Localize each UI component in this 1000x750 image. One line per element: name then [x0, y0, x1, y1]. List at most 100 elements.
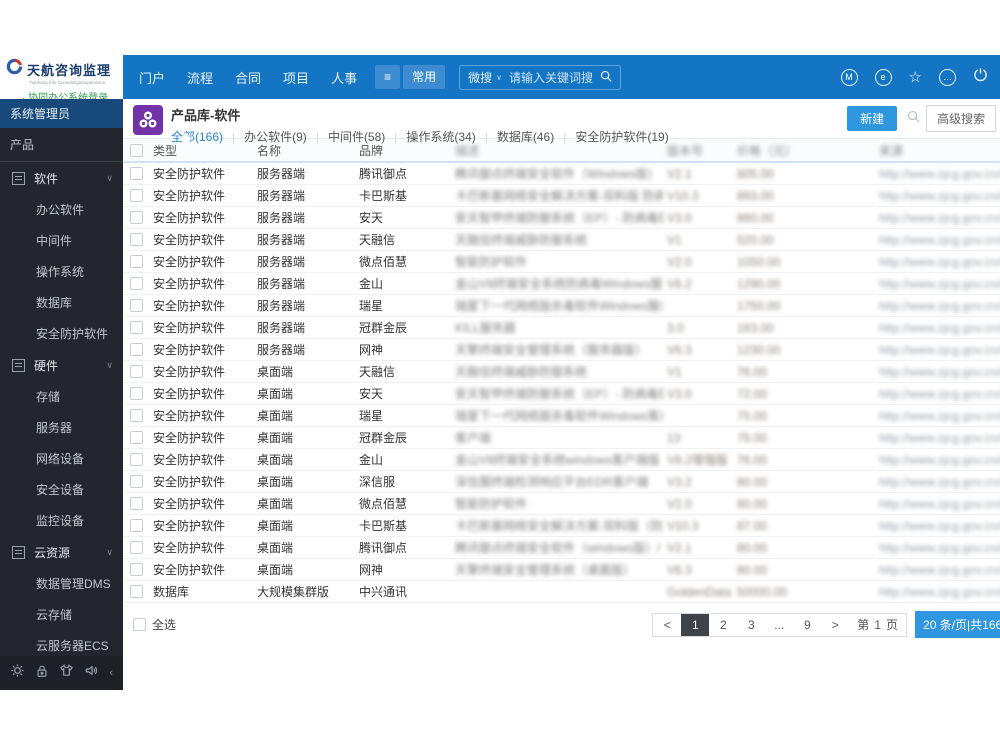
new-button[interactable]: 新建 — [847, 106, 898, 131]
sidebar-item[interactable]: 存储 — [0, 381, 123, 412]
row-checkbox[interactable] — [129, 277, 143, 290]
table-row[interactable]: 安全防护软件 服务器端 腾讯御点 腾讯御点终端安全软件（Windows版） V2.1 80… — [123, 163, 1000, 185]
row-checkbox[interactable] — [129, 519, 143, 532]
row-checkbox[interactable] — [129, 563, 143, 576]
page-size-badge[interactable]: 20 条/页|共166条 — [915, 611, 1000, 638]
sidebar-group-3[interactable]: 云资源 ∨ — [0, 536, 123, 568]
page-button-2[interactable]: 2 — [709, 614, 737, 636]
row-checkbox[interactable] — [129, 233, 143, 246]
sidebar-item[interactable]: 中间件 — [0, 225, 123, 256]
table-row[interactable]: 安全防护软件 服务器端 瑞星 瑞星下一代网络版杀毒软件Windows服务器版 1750.… — [123, 295, 1000, 317]
row-checkbox[interactable] — [129, 387, 143, 400]
chevron-down-icon: ∨ — [106, 173, 113, 183]
cell-source: http://www.zjcg.gov.cn/cfjcg/ — [879, 254, 1000, 269]
star-icon[interactable]: ☆ — [909, 70, 922, 85]
table-row[interactable]: 安全防护软件 桌面端 网神 天擎终端安全管理系统（桌面版） V6.3 80.00 http:… — [123, 559, 1000, 581]
sidebar-item[interactable]: 操作系统 — [0, 256, 123, 287]
page-button-1[interactable]: 1 — [681, 613, 710, 636]
row-checkbox[interactable] — [129, 409, 143, 422]
nav-item-1[interactable]: 门户 — [139, 68, 165, 87]
sidebar-item[interactable]: 数据库 — [0, 287, 123, 318]
row-checkbox[interactable] — [129, 453, 143, 466]
prev-page-button[interactable]: < — [653, 614, 681, 636]
select-all[interactable]: 全选 — [133, 616, 176, 633]
sidebar-item[interactable]: 安全设备 — [0, 474, 123, 505]
row-checkbox[interactable] — [129, 189, 143, 202]
cell-name: 服务器端 — [257, 211, 306, 225]
table-row[interactable]: 安全防护软件 桌面端 瑞星 瑞星下一代网络版杀毒软件Windows客户端 75.00 ht… — [123, 405, 1000, 427]
theme-icon[interactable] — [59, 663, 74, 683]
page-button-9[interactable]: 9 — [793, 614, 821, 636]
sidebar-group-1[interactable]: 软件 ∨ — [0, 162, 123, 194]
next-page-button[interactable]: > — [821, 614, 849, 636]
table-row[interactable]: 安全防护软件 桌面端 金山 金山V8终端安全系统windows客户端版 V8.2增强版 7… — [123, 449, 1000, 471]
nav-item-3[interactable]: 合同 — [235, 68, 261, 87]
sidebar-item[interactable]: 云存储 — [0, 599, 123, 630]
table-row[interactable]: 安全防护软件 桌面端 深信服 深信服终端检测响应平台EDR客户端 V3.2 80.00 ht… — [123, 471, 1000, 493]
row-checkbox[interactable] — [129, 321, 143, 334]
table-row[interactable]: 安全防护软件 服务器端 微点佰慧 智能防护软件 V2.0 1050.00 http://ww… — [123, 251, 1000, 273]
table-row[interactable]: 安全防护软件 桌面端 冠群金辰 客户端 13 75.00 http://www.zjcg.g… — [123, 427, 1000, 449]
sidebar-item[interactable]: 网络设备 — [0, 443, 123, 474]
sidebar-item-product[interactable]: 产品 — [0, 128, 123, 162]
page-button-3[interactable]: 3 — [737, 614, 765, 636]
sidebar-item[interactable]: 监控设备 — [0, 505, 123, 536]
row-checkbox[interactable] — [129, 255, 143, 268]
advanced-search-button[interactable]: 高级搜索 — [926, 105, 997, 132]
table-row[interactable]: 安全防护软件 服务器端 网神 天擎终端安全管理系统（服务器版） V6.3 1230.00 h… — [123, 339, 1000, 361]
toolbar: 新建 高级搜索 — [847, 105, 1000, 138]
more-circle-icon[interactable]: … — [939, 68, 956, 86]
row-checkbox[interactable] — [129, 585, 143, 598]
table-row[interactable]: 安全防护软件 服务器端 金山 金山V8终端安全系统防病毒Windows服务器 V6.2 1… — [123, 273, 1000, 295]
row-checkbox[interactable] — [129, 365, 143, 378]
table-row[interactable]: 安全防护软件 服务器端 冠群金辰 KILL服务器 3.0 163.00 http://www… — [123, 317, 1000, 339]
power-icon[interactable] — [973, 67, 988, 87]
header-checkbox[interactable] — [129, 143, 143, 157]
table-search-icon[interactable] — [907, 110, 920, 128]
row-checkbox[interactable] — [129, 475, 143, 488]
page-button-...[interactable]: ... — [765, 614, 793, 636]
table-row[interactable]: 安全防护软件 桌面端 卡巴斯基 卡巴斯基网络安全解决方案-双料版（防病... V10.3… — [123, 515, 1000, 537]
sidebar-item[interactable]: 服务器 — [0, 412, 123, 443]
row-checkbox[interactable] — [129, 431, 143, 444]
lock-icon[interactable] — [35, 664, 49, 683]
m-circle-icon[interactable]: M — [840, 68, 858, 86]
search-input[interactable]: 请输入关键词搜 — [509, 69, 593, 86]
table-row[interactable]: 安全防护软件 服务器端 天融信 天融信终端威胁防御系统 V1 520.00 http://w… — [123, 229, 1000, 251]
table-row[interactable]: 安全防护软件 桌面端 腾讯御点 腾讯御点终端安全软件（windows版）/ V2.1 V… — [123, 537, 1000, 559]
volume-icon[interactable] — [84, 663, 99, 683]
tab-3[interactable]: 中间件(58) — [328, 128, 385, 145]
row-checkbox[interactable] — [129, 167, 143, 180]
apps-menu-icon[interactable]: ≡ — [375, 65, 401, 89]
jump-prefix: 第 — [857, 618, 870, 632]
search-scope-select[interactable]: 微搜 ∨ — [468, 69, 502, 86]
nav-item-4[interactable]: 项目 — [283, 68, 309, 87]
row-checkbox[interactable] — [129, 299, 143, 312]
select-all-checkbox[interactable] — [133, 618, 146, 631]
row-checkbox[interactable] — [129, 343, 143, 356]
row-checkbox[interactable] — [129, 497, 143, 510]
tab-changyong[interactable]: 常用 — [403, 65, 446, 89]
settings-icon[interactable] — [10, 663, 25, 683]
message-circle-icon[interactable]: e — [874, 68, 892, 86]
tab-2[interactable]: 办公软件(9) — [244, 128, 307, 145]
sidebar-item[interactable]: 安全防护软件 — [0, 318, 123, 349]
table-row[interactable]: 安全防护软件 服务器端 卡巴斯基 卡巴斯基网络安全解决方案-双料版 防病毒... V10… — [123, 185, 1000, 207]
table-row[interactable]: 安全防护软件 桌面端 微点佰慧 智能防护软件 V2.0 80.00 http://www.z… — [123, 493, 1000, 515]
row-checkbox[interactable] — [129, 541, 143, 554]
sidebar-group-2[interactable]: 硬件 ∨ — [0, 349, 123, 381]
sidebar-item[interactable]: 办公软件 — [0, 194, 123, 225]
current-page-input[interactable]: 1 — [874, 618, 881, 632]
sidebar-item[interactable]: 数据管理DMS — [0, 568, 123, 599]
row-checkbox-cell — [123, 497, 149, 510]
nav-item-2[interactable]: 流程 — [187, 68, 213, 87]
collapse-chevron-icon[interactable]: ‹ — [109, 667, 113, 679]
table-row[interactable]: 安全防护软件 桌面端 安天 安天智甲终端防御系统（EP）- 防病毒版 V3.0 72.00… — [123, 383, 1000, 405]
nav-item-5[interactable]: 人事 — [331, 68, 357, 87]
row-checkbox[interactable] — [129, 211, 143, 224]
table-row[interactable]: 安全防护软件 桌面端 天融信 天融信终端威胁防御系统 V1 76.00 http://www… — [123, 361, 1000, 383]
tab-1[interactable]: 全部(166) — [171, 128, 223, 145]
search-icon[interactable] — [600, 70, 612, 85]
table-row[interactable]: 安全防护软件 服务器端 安天 安天智甲终端防御系统（EP）- 防病毒版 V3.0 880.… — [123, 207, 1000, 229]
table-row[interactable]: 数据库 大规模集群版 中兴通讯 GoldenData s... 50000.00 http… — [123, 581, 1000, 603]
